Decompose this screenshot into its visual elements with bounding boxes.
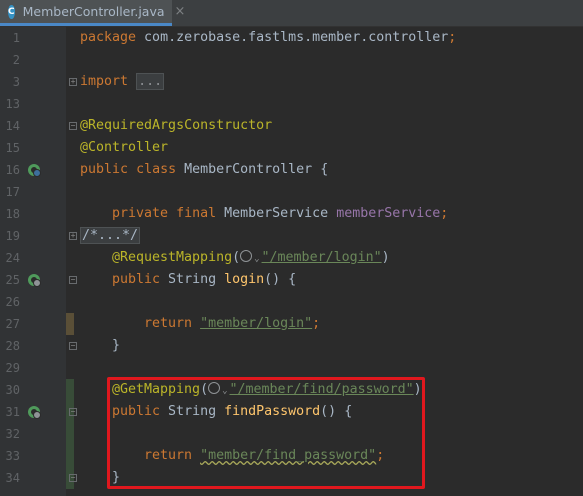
line-number: 27	[5, 317, 20, 331]
annotation: @Controller	[80, 140, 169, 155]
line-number: 16	[5, 163, 20, 177]
method-params: () {	[264, 272, 297, 287]
fold-collapse-icon[interactable]: −	[69, 276, 77, 284]
keyword: public	[80, 162, 129, 177]
code-line: 16 public class MemberController {	[0, 159, 583, 181]
semicolon: ;	[448, 30, 457, 45]
keyword: import	[80, 74, 129, 89]
web-globe-icon[interactable]	[240, 250, 253, 262]
code-line: 3 + import ...	[0, 71, 583, 93]
tab-member-controller[interactable]: C MemberController.java ×	[0, 0, 185, 26]
line-number: 14	[5, 119, 20, 133]
red-highlight-box	[107, 377, 425, 489]
line-number: 34	[5, 471, 20, 485]
close-icon[interactable]: ×	[175, 4, 186, 19]
code-line: 27 return "member/login";	[0, 313, 583, 335]
package-name: com.zerobase.fastlms.member.controller	[136, 30, 449, 45]
line-number: 26	[5, 295, 20, 309]
method-name: login	[224, 272, 265, 287]
code-line: 14 − @RequiredArgsConstructor	[0, 115, 583, 137]
return-type: String	[160, 272, 225, 287]
line-number: 32	[5, 427, 20, 441]
line-number: 33	[5, 449, 20, 463]
keyword: private	[112, 206, 169, 221]
keyword: package	[80, 30, 137, 45]
annotation: @RequestMapping	[112, 250, 233, 265]
code-line: 17	[0, 181, 583, 203]
code-line: 26	[0, 291, 583, 313]
code-line: 29	[0, 357, 583, 379]
code-line: 1 package com.zerobase.fastlms.member.co…	[0, 27, 583, 49]
field-name: memberService	[336, 206, 441, 221]
line-number: 13	[5, 97, 20, 111]
line-number: 28	[5, 339, 20, 353]
fold-expand-icon[interactable]: +	[69, 78, 77, 86]
fold-end-icon[interactable]: −	[69, 342, 77, 350]
type-name: MemberService	[216, 206, 337, 221]
line-number: 15	[5, 141, 20, 155]
editor-tab-bar: C MemberController.java ×	[0, 0, 583, 27]
line-number: 17	[5, 185, 20, 199]
keyword: final	[176, 206, 217, 221]
line-number: 29	[5, 361, 20, 375]
view-string-link[interactable]: "member/login"	[200, 316, 312, 331]
tab-label: MemberController.java	[22, 4, 165, 19]
line-number: 31	[5, 405, 20, 419]
line-number: 1	[12, 31, 20, 45]
line-number: 24	[5, 251, 20, 265]
java-class-icon: C	[8, 4, 15, 19]
line-number: 30	[5, 383, 20, 397]
line-number: 2	[12, 53, 20, 67]
spring-web-icon[interactable]	[27, 405, 41, 419]
url-string-link[interactable]: "/member/login"	[262, 250, 382, 265]
line-number: 25	[5, 273, 20, 287]
code-line: 2	[0, 49, 583, 71]
code-line: 28 − }	[0, 335, 583, 357]
line-number: 3	[12, 75, 20, 89]
code-line: 19 + /*...*/	[0, 225, 583, 247]
keyword: public	[112, 272, 161, 287]
code-line: 15 @Controller	[0, 137, 583, 159]
keyword: return	[144, 316, 193, 331]
semicolon: ;	[312, 316, 321, 331]
class-name: MemberController {	[176, 162, 329, 177]
closing-brace: }	[112, 338, 121, 353]
chevron-down-icon[interactable]: ⌄	[254, 254, 259, 264]
paren: )	[381, 250, 390, 265]
folded-comment[interactable]: /*...*/	[80, 227, 141, 244]
line-number: 18	[5, 207, 20, 221]
keyword: class	[136, 162, 177, 177]
paren: (	[232, 250, 241, 265]
code-line: 13	[0, 93, 583, 115]
line-number: 19	[5, 229, 20, 243]
code-editor[interactable]: 1 package com.zerobase.fastlms.member.co…	[0, 27, 583, 496]
spring-web-icon[interactable]	[27, 273, 41, 287]
code-line: 25 − public String login() {	[0, 269, 583, 291]
fold-end-icon[interactable]: −	[69, 474, 77, 482]
annotation: @RequiredArgsConstructor	[80, 118, 273, 133]
semicolon: ;	[440, 206, 449, 221]
folded-imports[interactable]: ...	[136, 73, 165, 90]
code-line: 18 private final MemberService memberSer…	[0, 203, 583, 225]
spring-bean-icon[interactable]	[27, 163, 41, 177]
fold-collapse-icon[interactable]: −	[69, 408, 77, 416]
fold-collapse-icon[interactable]: −	[69, 122, 77, 130]
fold-expand-icon[interactable]: +	[69, 232, 77, 240]
code-line: 24 @RequestMapping( ⌄ "/member/login")	[0, 247, 583, 269]
